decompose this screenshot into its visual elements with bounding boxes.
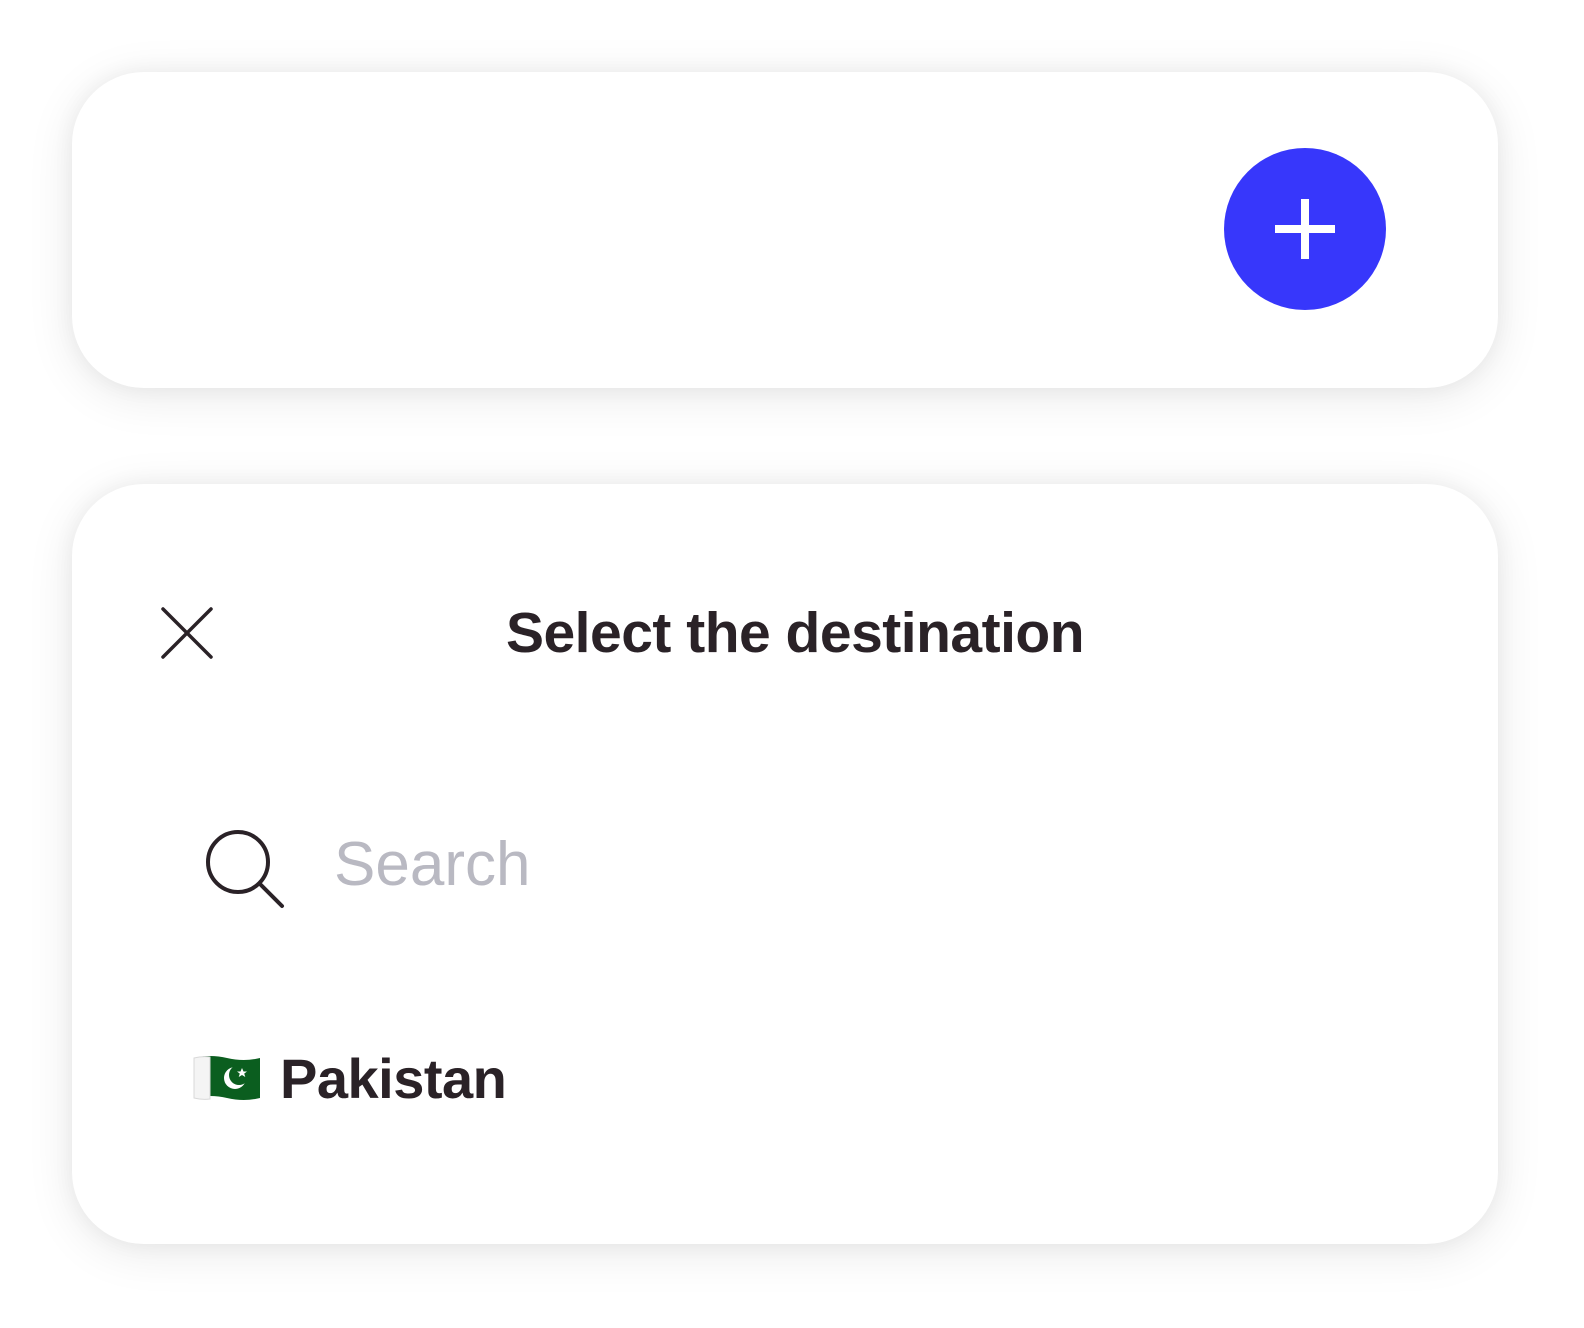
plus-icon <box>1275 199 1335 259</box>
search-input[interactable] <box>334 824 1434 904</box>
top-card <box>72 72 1498 388</box>
pakistan-flag-icon <box>193 1056 260 1100</box>
search-icon <box>206 830 284 908</box>
country-item-pakistan[interactable]: Pakistan <box>192 1038 507 1118</box>
search-box[interactable] <box>176 802 1476 928</box>
add-button[interactable] <box>1224 148 1386 310</box>
country-name: Pakistan <box>280 1046 507 1110</box>
destination-sheet: Select the destination Pakistan <box>72 484 1498 1244</box>
sheet-title: Select the destination <box>505 601 1085 665</box>
